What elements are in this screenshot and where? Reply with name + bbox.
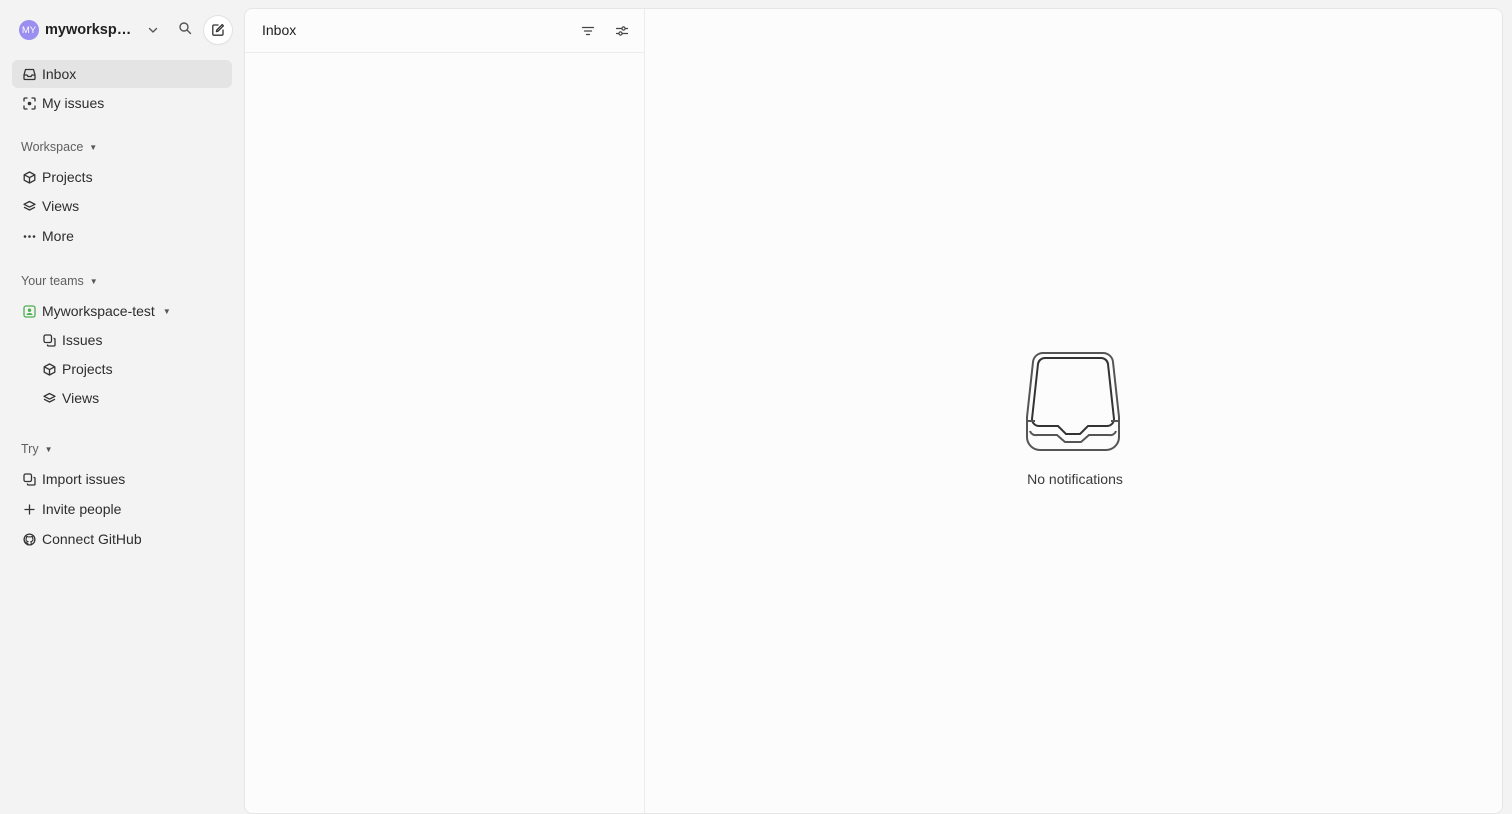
issues-icon	[42, 333, 56, 347]
sidebar-item-team-issues[interactable]: Issues	[32, 326, 232, 354]
sidebar-item-label: Views	[42, 198, 80, 214]
sidebar-item-my-issues[interactable]: My issues	[12, 89, 232, 117]
cube-icon	[22, 170, 36, 184]
layers-icon	[42, 391, 56, 405]
inbox-list-pane: Inbox	[245, 9, 645, 813]
target-icon	[22, 96, 36, 110]
filter-icon[interactable]	[580, 23, 596, 39]
sidebar-item-invite-people[interactable]: Invite people	[12, 495, 232, 523]
section-try[interactable]: Try ▼	[21, 440, 53, 458]
section-workspace[interactable]: Workspace ▼	[21, 138, 97, 156]
ellipsis-icon	[22, 229, 36, 243]
search-icon[interactable]	[178, 21, 192, 35]
section-label: Workspace	[21, 140, 84, 154]
caret-down-icon: ▼	[162, 306, 171, 316]
inbox-icon	[22, 67, 36, 81]
sidebar-item-label: Inbox	[42, 66, 77, 82]
sidebar-item-label: Invite people	[42, 501, 122, 517]
workspace-header: MY myworkspac...	[12, 14, 234, 46]
sidebar-item-inbox[interactable]: Inbox	[12, 60, 232, 88]
chevron-down-icon[interactable]	[147, 24, 159, 36]
empty-message: No notifications	[1027, 471, 1123, 487]
caret-down-icon: ▼	[89, 276, 98, 286]
github-icon	[22, 532, 36, 546]
sidebar-item-label: Views	[62, 390, 100, 406]
sidebar-item-label: Issues	[62, 332, 103, 348]
main-panel: Inbox No notifications	[244, 8, 1503, 814]
sidebar-item-projects[interactable]: Projects	[12, 163, 232, 191]
sidebar-item-label: Projects	[62, 361, 113, 377]
sidebar: MY myworkspac... Inbox My issues Workspa…	[0, 0, 244, 814]
workspace-name[interactable]: myworkspac...	[45, 22, 137, 38]
new-issue-button[interactable]	[204, 16, 232, 44]
sidebar-item-connect-github[interactable]: Connect GitHub	[12, 525, 232, 553]
inbox-header: Inbox	[245, 9, 645, 53]
page-title: Inbox	[262, 22, 297, 38]
sidebar-item-views[interactable]: Views	[12, 192, 232, 220]
sidebar-item-label: Import issues	[42, 471, 126, 487]
sidebar-item-team[interactable]: Myworkspace-test ▼	[12, 297, 232, 325]
caret-down-icon: ▼	[89, 142, 98, 152]
sidebar-item-team-projects[interactable]: Projects	[32, 355, 232, 383]
section-label: Your teams	[21, 274, 84, 288]
inbox-tray-icon	[1025, 351, 1121, 456]
sidebar-item-label: My issues	[42, 95, 105, 111]
caret-down-icon: ▼	[44, 444, 53, 454]
cube-icon	[42, 362, 56, 376]
sidebar-item-more[interactable]: More	[12, 222, 232, 250]
layers-icon	[22, 199, 36, 213]
sidebar-item-label: Myworkspace-test	[42, 303, 155, 319]
sliders-icon[interactable]	[614, 23, 630, 39]
import-icon	[22, 472, 36, 486]
sidebar-item-import-issues[interactable]: Import issues	[12, 465, 232, 493]
section-label: Try	[21, 442, 39, 456]
sidebar-item-team-views[interactable]: Views	[32, 384, 232, 412]
sidebar-item-label: Projects	[42, 169, 93, 185]
sidebar-item-label: Connect GitHub	[42, 531, 142, 547]
sidebar-item-label: More	[42, 228, 74, 244]
compose-icon	[212, 23, 225, 36]
section-your-teams[interactable]: Your teams ▼	[21, 272, 98, 290]
workspace-avatar[interactable]: MY	[19, 20, 39, 40]
plus-icon	[22, 502, 36, 516]
empty-state: No notifications	[1025, 351, 1125, 501]
team-icon	[22, 304, 36, 318]
